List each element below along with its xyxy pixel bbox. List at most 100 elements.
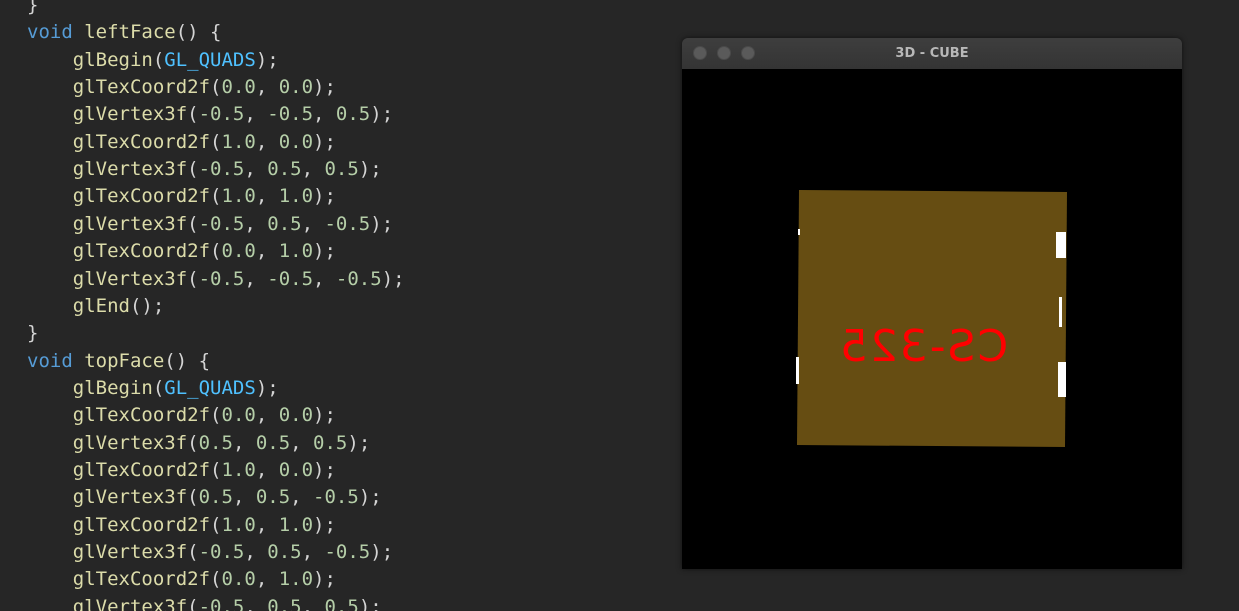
- code-token: ,: [301, 212, 325, 235]
- code-token: 0.5: [198, 486, 233, 509]
- code-token: );: [255, 376, 279, 399]
- code-token: leftFace: [84, 21, 176, 44]
- code-token: ,: [244, 212, 268, 235]
- code-token: 0.5: [255, 431, 291, 454]
- code-token: GL_QUADS: [164, 48, 256, 71]
- code-token: glVertex3f: [72, 103, 188, 126]
- code-line: glTexCoord2f(0.0, 0.0);: [27, 402, 336, 429]
- code-token: 1.0: [278, 185, 314, 208]
- code-line: glVertex3f(-0.5, 0.5, -0.5);: [27, 539, 393, 566]
- code-line: glBegin(GL_QUADS);: [27, 47, 279, 74]
- code-line: glEnd();: [27, 293, 165, 320]
- cube-face: [797, 190, 1067, 447]
- edge-highlight: [1059, 297, 1062, 327]
- code-token: ,: [255, 513, 279, 536]
- code-token: glTexCoord2f: [72, 568, 211, 591]
- code-token: );: [358, 595, 382, 611]
- code-token: (: [210, 240, 222, 263]
- code-token: () {: [175, 21, 222, 44]
- code-token: 0.5: [267, 212, 302, 235]
- code-token: );: [347, 431, 371, 454]
- code-token: ,: [301, 541, 325, 563]
- code-token: );: [313, 76, 336, 99]
- code-token: 1.0: [221, 513, 256, 536]
- code-line: glVertex3f(-0.5, 0.5, 0.5);: [27, 156, 382, 183]
- code-token: ,: [244, 267, 268, 290]
- code-line: glTexCoord2f(1.0, 1.0);: [27, 512, 336, 539]
- code-token: glTexCoord2f: [72, 458, 211, 481]
- code-token: );: [358, 158, 382, 181]
- code-token: 0.5: [255, 486, 291, 509]
- code-token: glBegin: [72, 48, 153, 71]
- code-token: void: [27, 349, 73, 372]
- code-token: glVertex3f: [72, 431, 188, 454]
- code-line: glTexCoord2f(0.0, 1.0);: [27, 566, 336, 593]
- code-token: ,: [232, 431, 256, 454]
- code-token: );: [255, 48, 279, 71]
- edge-highlight: [798, 229, 800, 235]
- code-token: -0.5: [313, 486, 359, 509]
- code-token: 0.0: [221, 568, 256, 591]
- cube-render: [796, 190, 1067, 447]
- code-token: glVertex3f: [72, 212, 188, 235]
- code-line: glTexCoord2f(0.0, 1.0);: [27, 238, 336, 265]
- code-token: }: [27, 0, 39, 16]
- code-token: (: [187, 212, 199, 235]
- code-token: 0.5: [267, 541, 302, 563]
- code-token: ,: [255, 404, 279, 427]
- code-token: 0.0: [221, 404, 256, 427]
- code-token: 0.0: [278, 458, 314, 481]
- code-token: glBegin: [72, 376, 153, 399]
- window-titlebar[interactable]: 3D - CUBE: [682, 38, 1182, 70]
- code-token: -0.5: [198, 212, 245, 235]
- code-token: 1.0: [278, 568, 314, 591]
- code-token: -0.5: [198, 595, 245, 611]
- code-token: -0.5: [267, 103, 314, 126]
- code-token: (: [152, 376, 165, 399]
- code-token: );: [358, 486, 382, 509]
- code-token: glTexCoord2f: [72, 130, 211, 153]
- code-token: glTexCoord2f: [72, 76, 211, 99]
- code-token: );: [370, 541, 394, 563]
- code-token: -0.5: [198, 103, 245, 126]
- code-token: );: [370, 212, 394, 235]
- code-token: );: [313, 404, 336, 427]
- code-line: }: [27, 0, 38, 19]
- code-token: 1.0: [278, 240, 314, 263]
- code-token: glEnd: [72, 294, 130, 317]
- code-token: ();: [129, 294, 165, 317]
- code-token: ,: [232, 486, 256, 509]
- code-editor[interactable]: } void leftFace() { glBegin(GL_QUADS); gl…: [0, 0, 670, 611]
- code-token: ,: [244, 158, 268, 181]
- code-line: glVertex3f(-0.5, 0.5, -0.5);: [27, 211, 393, 238]
- code-token: 1.0: [221, 130, 256, 153]
- code-token: ,: [255, 240, 279, 263]
- code-token: ,: [255, 130, 279, 153]
- edge-highlight: [1056, 232, 1066, 258]
- code-token: 0.5: [324, 158, 359, 181]
- code-token: ,: [313, 103, 336, 126]
- code-token: );: [313, 185, 336, 208]
- cube-window[interactable]: 3D - CUBE CS-325: [682, 38, 1182, 569]
- code-token: (: [187, 158, 199, 181]
- code-token: glTexCoord2f: [72, 513, 211, 536]
- code-token: (: [210, 404, 222, 427]
- gl-viewport[interactable]: CS-325: [682, 69, 1182, 569]
- code-token: glVertex3f: [72, 158, 188, 181]
- code-token: );: [313, 130, 336, 153]
- code-token: 1.0: [221, 458, 256, 481]
- code-token: ,: [290, 431, 314, 454]
